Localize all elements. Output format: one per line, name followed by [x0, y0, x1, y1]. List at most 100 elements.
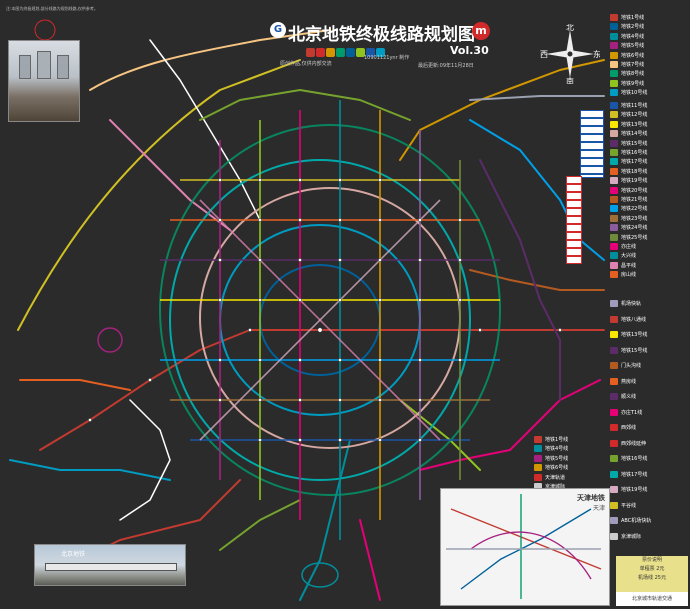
line-color-swatch — [534, 445, 542, 453]
legend-item-label: 地铁17号线 — [621, 471, 648, 478]
legend-item-label: 房山线 — [621, 272, 637, 279]
line-color-swatch — [610, 214, 618, 222]
building-icon — [37, 51, 51, 79]
legend-item-label: 西郊线延伸 — [621, 440, 647, 447]
subway-icon — [306, 48, 315, 57]
legend-item: 机场快轨 — [608, 300, 690, 309]
legend-item: 地铁6号线 — [608, 51, 690, 61]
line-color-swatch — [610, 233, 618, 241]
legend-item-label: 地铁8号线 — [621, 71, 645, 78]
metro-logo-icon: m — [472, 22, 490, 40]
legend-item: 西郊线 — [608, 424, 690, 433]
compass-east: 东 — [593, 49, 600, 59]
legend-item-label: 京津城际 — [621, 533, 642, 540]
legend-item: 地铁22号线 — [608, 205, 690, 214]
line-color-swatch — [534, 436, 542, 443]
legend-item: 地铁19号线 — [608, 486, 690, 495]
legend-item: 平谷线 — [608, 501, 690, 511]
legend-item-label: 地铁16号线 — [621, 150, 648, 156]
legend-item-label: 昌平线 — [621, 262, 637, 269]
inset-title: 天津地铁 — [577, 494, 605, 502]
line-color-swatch — [610, 42, 618, 50]
legend-item-label: 地铁23号线 — [621, 215, 648, 222]
legend-item-label: 地铁24号线 — [621, 225, 648, 232]
legend-item: 地铁10号线 — [608, 89, 690, 98]
legend-item-label: 地铁6号线 — [545, 465, 569, 472]
line-color-swatch — [534, 454, 542, 462]
line-color-swatch — [610, 111, 618, 119]
legend-item: 地铁9号线 — [608, 79, 690, 89]
legend-item: 地铁14号线 — [608, 130, 690, 139]
legend-item-label: 地铁12号线 — [621, 112, 648, 119]
line-color-swatch — [610, 346, 618, 354]
legend-item-label: 地铁13号线 — [621, 121, 648, 128]
line-color-swatch — [610, 377, 618, 385]
legend-item: 地铁11号线 — [608, 102, 690, 111]
legend-item: 地铁12号线 — [608, 111, 690, 120]
legend-item: 地铁5号线 — [608, 42, 690, 51]
photo-caption: 北京地铁 — [61, 551, 86, 558]
line-color-swatch — [610, 23, 618, 31]
legend-item-label: 地铁5号线 — [545, 455, 569, 462]
legend-item-label: 地铁25号线 — [621, 234, 648, 241]
line-color-swatch — [610, 196, 618, 203]
inset-map-tianjin: 天津地铁 天津 — [440, 488, 610, 606]
legend-item: 地铁17号线 — [608, 158, 690, 167]
line-color-swatch — [610, 102, 618, 109]
line-color-swatch — [610, 252, 618, 260]
legend-item: 地铁15号线 — [608, 346, 690, 356]
legend-item-label: 亦庄T1线 — [621, 409, 643, 416]
legend-item: 地铁5号线 — [532, 454, 614, 464]
legend-item-label: 地铁1号线 — [621, 15, 645, 21]
line-color-swatch — [610, 300, 618, 307]
legend-item: 地铁4号线 — [532, 445, 614, 454]
legend-item: 地铁4号线 — [608, 32, 690, 42]
line-color-swatch — [610, 61, 618, 68]
legend-item-label: 机场快轨 — [621, 301, 642, 307]
legend-item-label: 地铁八通线 — [621, 316, 647, 323]
header: G 北京地铁终极线路规划图 m Vol.30 原创作品,仅供内部交流 10901… — [270, 20, 492, 74]
legend-item-label: 亦庄线 — [621, 244, 637, 250]
legend-middle: 地铁11号线 地铁12号线 地铁13号线 地铁14号线 地铁15号线 地铁16号线 地铁17… — [608, 102, 690, 282]
railway-icon — [326, 48, 335, 57]
legend-item: 地铁1号线 — [532, 436, 614, 445]
line-color-swatch — [610, 177, 618, 185]
legend-item-label: 地铁21号线 — [621, 197, 648, 203]
legend-item-label: 门头沟线 — [621, 363, 642, 369]
legend-item: 地铁16号线 — [608, 149, 690, 158]
line-color-swatch — [610, 408, 618, 416]
legend-item: 地铁21号线 — [608, 196, 690, 205]
line-color-swatch — [610, 261, 618, 269]
building-icon — [57, 55, 69, 79]
line-color-swatch — [610, 130, 618, 138]
legend-item: 门头沟线 — [608, 362, 690, 371]
line-color-swatch — [610, 167, 618, 175]
legend-item: 地铁13号线 — [608, 331, 690, 340]
line-color-swatch — [610, 243, 618, 250]
line-color-swatch — [610, 186, 618, 194]
notes-top-left: 注:本图为终极规划,部分线路为规划线路,仅供参考。 — [6, 6, 98, 11]
line-color-swatch — [610, 331, 618, 338]
line-color-swatch — [610, 205, 618, 213]
legend-item: 地铁23号线 — [608, 214, 690, 224]
legend-item: ABC机场快轨 — [608, 517, 690, 526]
legend-item: 地铁6号线 — [532, 464, 614, 473]
building-icon — [19, 55, 31, 79]
legend-item-label: 地铁2号线 — [621, 24, 645, 31]
line-color-swatch — [610, 149, 618, 156]
legend-item-label: 地铁13号线 — [621, 332, 648, 338]
legend-item-label: 地铁16号线 — [621, 456, 648, 462]
legend-item: 地铁18号线 — [608, 167, 690, 177]
legend-item-label: 地铁15号线 — [621, 347, 648, 354]
legend-item-label: 天津轨道 — [545, 474, 566, 481]
legend-item: 燕房线 — [608, 377, 690, 387]
beijing-subway-logo-icon: G — [270, 22, 286, 38]
legend-item-label: 地铁10号线 — [621, 90, 648, 97]
legend-bottom: 机场快轨 地铁八通线 地铁13号线 地铁15号线 门头沟线 燕房线 顺义线 亦庄T1线 西郊线西… — [608, 300, 690, 550]
fare-footer: 北京城市轨道交通 — [616, 592, 688, 606]
legend-item-label: 地铁7号线 — [621, 62, 645, 68]
legend-item-label: 地铁17号线 — [621, 159, 648, 166]
author-text: 10901121ynr 制作 — [364, 55, 410, 61]
legend-item: 天津轨道 — [532, 473, 614, 483]
line-color-swatch — [610, 32, 618, 40]
